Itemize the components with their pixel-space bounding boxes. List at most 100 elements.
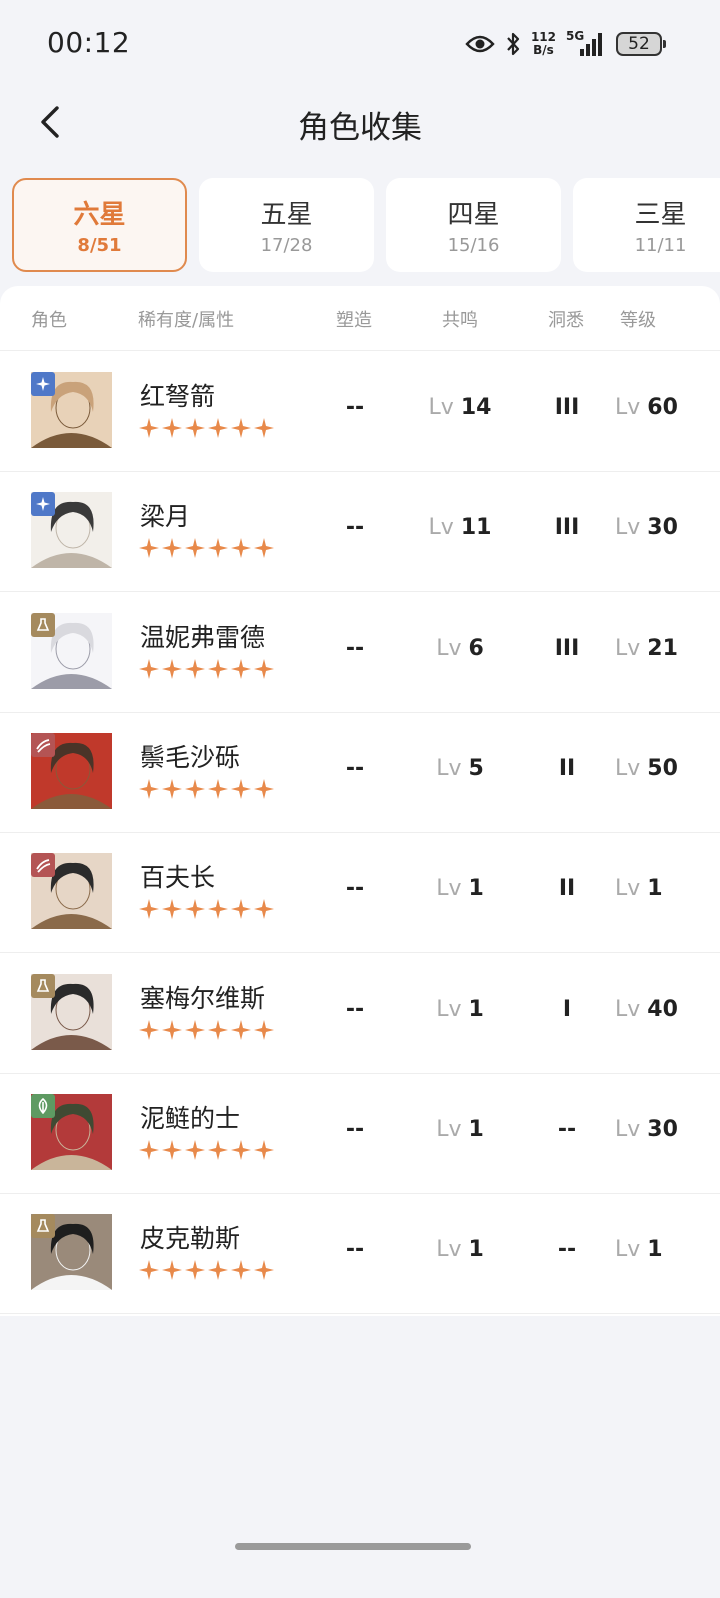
tab-six-star[interactable]: 六星 8/51 (12, 178, 187, 272)
resonance-value: Lv 14 (410, 395, 510, 420)
home-indicator[interactable] (235, 1543, 471, 1550)
rarity-stars (138, 658, 275, 680)
star-icon (230, 898, 252, 920)
insight-value: -- (557, 1116, 577, 1142)
star-icon (138, 898, 160, 920)
status-icons: 112 B/s 5G 52 (465, 24, 666, 64)
resonance-value: Lv 1 (410, 997, 510, 1022)
tab-count: 15/16 (447, 235, 500, 256)
star-icon (161, 537, 183, 559)
star-icon (230, 417, 252, 439)
table-row[interactable]: 塞梅尔维斯 -- Lv 1 I Lv 40 (0, 953, 720, 1074)
tab-label: 六星 (73, 200, 126, 230)
star-icon (138, 537, 160, 559)
lv-prefix: Lv (436, 1237, 462, 1263)
character-name: 红弩箭 (140, 382, 216, 411)
character-portrait (31, 1093, 112, 1170)
star-element-icon (31, 372, 55, 396)
lv-prefix: Lv (615, 515, 641, 541)
tab-four-star[interactable]: 四星 15/16 (386, 178, 561, 272)
star-icon (230, 1259, 252, 1281)
character-portrait (31, 973, 112, 1050)
character-name: 鬃毛沙砾 (140, 742, 241, 772)
resonance-level: 1 (468, 876, 484, 902)
tab-five-star[interactable]: 五星 17/28 (199, 178, 374, 272)
star-icon (184, 1019, 206, 1041)
level-value: Lv 1 (615, 876, 695, 901)
table-row[interactable]: 鬃毛沙砾 -- Lv 5 II Lv 50 (0, 712, 720, 833)
star-icon (138, 417, 160, 439)
rarity-stars (138, 417, 275, 439)
character-portrait (31, 372, 112, 448)
tab-three-star[interactable]: 三星 11/11 (573, 178, 720, 272)
star-icon (184, 658, 206, 680)
level-value: Lv 30 (615, 515, 695, 540)
insight-value: II (558, 876, 576, 902)
header-character: 角色 (31, 310, 67, 331)
star-icon (207, 1019, 229, 1041)
network-type: 5G (566, 29, 585, 43)
lv-prefix: Lv (615, 635, 641, 661)
lv-prefix: Lv (436, 755, 462, 781)
battery-icon: 52 (616, 32, 666, 56)
level-value: Lv 30 (615, 1117, 695, 1142)
star-icon (138, 1019, 160, 1041)
resonance-level: 1 (468, 996, 484, 1022)
character-table: 角色 稀有度/属性 塑造 共鸣 洞悉 等级 红弩箭 -- Lv 14 III Lv 60… (0, 286, 720, 1316)
rarity-stars (138, 1259, 275, 1281)
flask-element-icon (31, 612, 55, 637)
star-icon (184, 778, 206, 800)
level-value: Lv 50 (615, 756, 695, 781)
signal-icon: 5G (566, 29, 606, 57)
table-row[interactable]: 梁月 -- Lv 11 III Lv 30 (0, 471, 720, 593)
table-row[interactable]: 皮克勒斯 -- Lv 1 -- Lv 1 (0, 1193, 720, 1315)
shaping-value: -- (345, 1116, 365, 1142)
character-name: 温妮弗雷德 (140, 622, 266, 652)
star-icon (230, 778, 252, 800)
resonance-value: Lv 1 (410, 876, 510, 901)
character-portrait (31, 732, 112, 809)
star-icon (184, 537, 206, 559)
header-level: 等级 (620, 310, 656, 331)
star-icon (230, 1139, 252, 1161)
lv-prefix: Lv (428, 515, 454, 541)
character-level: 60 (647, 395, 678, 420)
net-speed-unit: B/s (533, 43, 554, 57)
lv-prefix: Lv (615, 876, 641, 902)
lv-prefix: Lv (615, 755, 641, 781)
character-portrait (31, 612, 112, 689)
character-name: 梁月 (140, 502, 191, 532)
character-name: 塞梅尔维斯 (140, 983, 266, 1013)
table-row[interactable]: 红弩箭 -- Lv 14 III Lv 60 (0, 351, 720, 472)
character-level: 30 (647, 1116, 678, 1142)
insight-value: I (562, 996, 572, 1022)
star-icon (253, 1139, 275, 1161)
resonance-level: 6 (468, 635, 484, 661)
resonance-value: Lv 1 (410, 1117, 510, 1142)
character-name: 皮克勒斯 (140, 1224, 241, 1254)
shaping-value: -- (345, 755, 365, 781)
star-icon (138, 658, 160, 680)
star-icon (207, 1259, 229, 1281)
header-shaping: 塑造 (336, 310, 372, 331)
flask-element-icon (31, 973, 55, 998)
header-insight: 洞悉 (548, 310, 584, 331)
insight-value: II (558, 755, 576, 781)
table-row[interactable]: 泥鲢的士 -- Lv 1 -- Lv 30 (0, 1073, 720, 1194)
insight-value: III (554, 635, 580, 661)
character-level: 50 (647, 755, 678, 781)
star-icon (230, 658, 252, 680)
table-row[interactable]: 温妮弗雷德 -- Lv 6 III Lv 21 (0, 592, 720, 713)
character-name: 泥鲢的士 (140, 1103, 241, 1133)
character-name: 百夫长 (140, 863, 216, 893)
table-row[interactable]: 百夫长 -- Lv 1 II Lv 1 (0, 832, 720, 954)
net-speed: 112 B/s (531, 31, 556, 57)
status-bar: 00:12 112 B/s 5G 52 (0, 0, 720, 88)
star-icon (230, 537, 252, 559)
battery-level: 52 (628, 34, 650, 54)
lv-prefix: Lv (615, 1237, 641, 1263)
status-time: 00:12 (47, 26, 131, 59)
lv-prefix: Lv (436, 996, 462, 1022)
star-icon (184, 1139, 206, 1161)
shaping-value: -- (345, 635, 365, 661)
